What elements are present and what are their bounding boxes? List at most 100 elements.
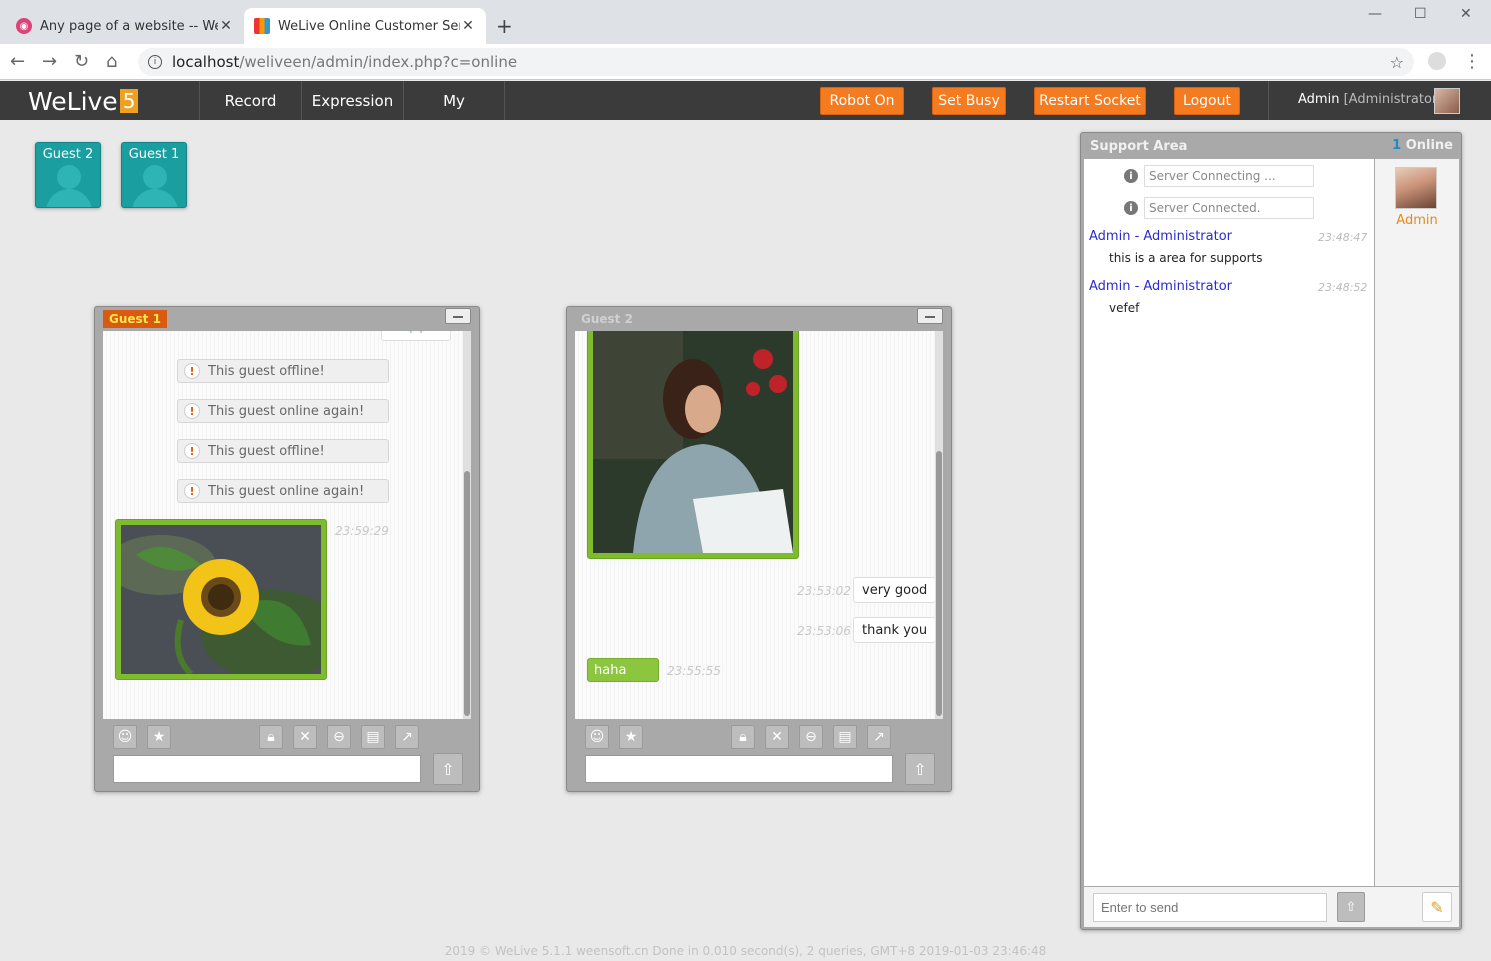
guest-tile-1[interactable]: Guest 1 [121,142,187,208]
message-time: 23:53:06 [797,624,851,638]
minimize-button[interactable] [917,308,943,324]
warning-icon: ! [184,483,200,499]
browser-menu-icon[interactable]: ⋮ [1463,51,1481,72]
chat-history: ⁺ ⁺ ! This guest offline! ! This guest onl… [103,331,471,719]
browser-tabbar: ◉ Any page of a website -- WeLive ✕ WeLi… [0,0,1491,44]
message-time: 23:55:55 [667,664,721,678]
guest-tile-label: Guest 2 [42,147,94,162]
browser-toolbar: ← → ↻ ⌂ i localhost/weliveen/admin/index… [0,44,1491,80]
status-row: i Server Connecting ... [1124,165,1314,187]
message-input[interactable] [113,755,421,783]
image-upload-icon[interactable]: ▤ [361,725,385,749]
user-name[interactable]: Admin [1375,213,1459,228]
user-silhouette-icon [132,189,178,207]
image-message[interactable] [587,331,799,559]
new-tab-icon[interactable]: + [496,14,513,38]
back-icon[interactable]: ← [10,51,25,72]
warning-icon: ! [184,403,200,419]
scrollbar[interactable] [463,331,471,719]
menu-record[interactable]: Record [199,81,301,120]
ban-icon[interactable]: ⊖ [327,725,351,749]
divider [1268,81,1269,120]
home-icon[interactable]: ⌂ [106,51,117,72]
browser-tab-1[interactable]: ◉ Any page of a website -- WeLive ✕ [6,8,244,44]
favorite-icon[interactable]: ★ [147,725,171,749]
support-panel: Support Area 1 Online i Server Connectin… [1080,132,1462,930]
support-message-input[interactable] [1093,893,1327,922]
favorite-icon[interactable]: ★ [619,725,643,749]
admin-avatar[interactable] [1434,88,1460,114]
logout-button[interactable]: Logout [1174,87,1240,115]
transfer-icon[interactable]: ↗ [395,725,419,749]
chat-toolbar: ☺ ★ 🔒︎ ✕ ⊖ ▤ ↗ [575,723,943,751]
scrollbar-thumb[interactable] [936,451,942,716]
menu-expression[interactable]: Expression [301,81,403,120]
maximize-window-icon[interactable]: ☐ [1414,6,1427,22]
transfer-icon[interactable]: ↗ [867,725,891,749]
robot-on-button[interactable]: Robot On [820,87,904,115]
user-silhouette-icon [143,165,167,189]
menu-my[interactable]: My [403,81,505,120]
page-footer: 2019 © WeLive 5.1.1 weensoft.cn Done in … [444,944,1047,958]
bookmark-star-icon[interactable]: ☆ [1390,53,1404,72]
emoji-icon[interactable]: ☺ [585,725,609,749]
online-count: 1 Online [1392,138,1453,153]
tab-title: WeLive Online Customer Service [278,18,460,34]
address-bar[interactable]: i localhost/weliveen/admin/index.php?c=o… [138,48,1414,76]
send-button[interactable]: ⇧ [1337,892,1365,922]
info-icon: i [1124,169,1138,183]
image-message[interactable] [106,519,341,680]
send-button[interactable]: ⇧ [433,753,463,785]
online-users: Admin [1375,159,1459,886]
sent-message: very good [853,577,937,603]
chat-window-title[interactable]: Guest 1 [103,310,167,328]
info-icon: i [1124,201,1138,215]
lock-icon[interactable]: 🔒︎ [259,725,283,749]
lock-icon[interactable]: 🔒︎ [731,725,755,749]
minimize-button[interactable] [445,308,471,324]
set-busy-button[interactable]: Set Busy [932,87,1006,115]
pencil-icon[interactable]: ✎ [1422,892,1452,922]
warning-icon: ! [184,363,200,379]
chat-window-guest-2: Guest 2 23:53:02 very good 23:53:06 than… [566,306,952,792]
minimize-window-icon[interactable]: — [1368,6,1382,22]
status-row: i Server Connected. [1124,197,1314,219]
message-time: 23:48:52 [1318,281,1368,294]
user-avatar[interactable] [1395,167,1437,209]
scrollbar-thumb[interactable] [464,471,470,716]
guest-tile-2[interactable]: Guest 2 [35,142,101,208]
close-window-icon[interactable]: ✕ [1460,6,1472,22]
kick-icon[interactable]: ✕ [765,725,789,749]
profile-icon[interactable] [1428,52,1446,70]
warning-icon: ! [184,443,200,459]
status-text: Server Connected. [1144,197,1314,219]
message-sender: Admin - Administrator [1089,279,1233,294]
support-messages: i Server Connecting ... i Server Connect… [1084,159,1374,886]
system-message: ! This guest offline! [177,439,389,463]
close-tab-icon[interactable]: ✕ [460,18,476,34]
welive-logo: WeLive 5 [28,87,139,116]
welive-favicon-icon [254,18,270,34]
scrollbar[interactable] [935,331,943,719]
chat-window-title[interactable]: Guest 2 [575,310,639,328]
site-favicon-icon: ◉ [16,18,32,34]
kick-icon[interactable]: ✕ [293,725,317,749]
ban-icon[interactable]: ⊖ [799,725,823,749]
emoji-message: ⁺ ⁺ [381,331,451,341]
reload-icon[interactable]: ↻ [74,51,89,72]
system-message: ! This guest online again! [177,399,389,423]
message-time: 23:59:29 [335,524,389,538]
send-button[interactable]: ⇧ [905,753,935,785]
support-title: Support Area [1090,139,1188,154]
forward-icon[interactable]: → [42,51,57,72]
image-upload-icon[interactable]: ▤ [833,725,857,749]
guest-tile-label: Guest 1 [128,147,180,162]
emoji-icon[interactable]: ☺ [113,725,137,749]
info-icon[interactable]: i [148,55,162,69]
message-time: 23:53:02 [797,584,851,598]
browser-tab-2[interactable]: WeLive Online Customer Service ✕ [244,8,486,44]
restart-socket-button[interactable]: Restart Socket [1034,87,1146,115]
message-input[interactable] [585,755,893,783]
close-tab-icon[interactable]: ✕ [218,18,234,34]
message-sender: Admin - Administrator [1089,229,1233,244]
